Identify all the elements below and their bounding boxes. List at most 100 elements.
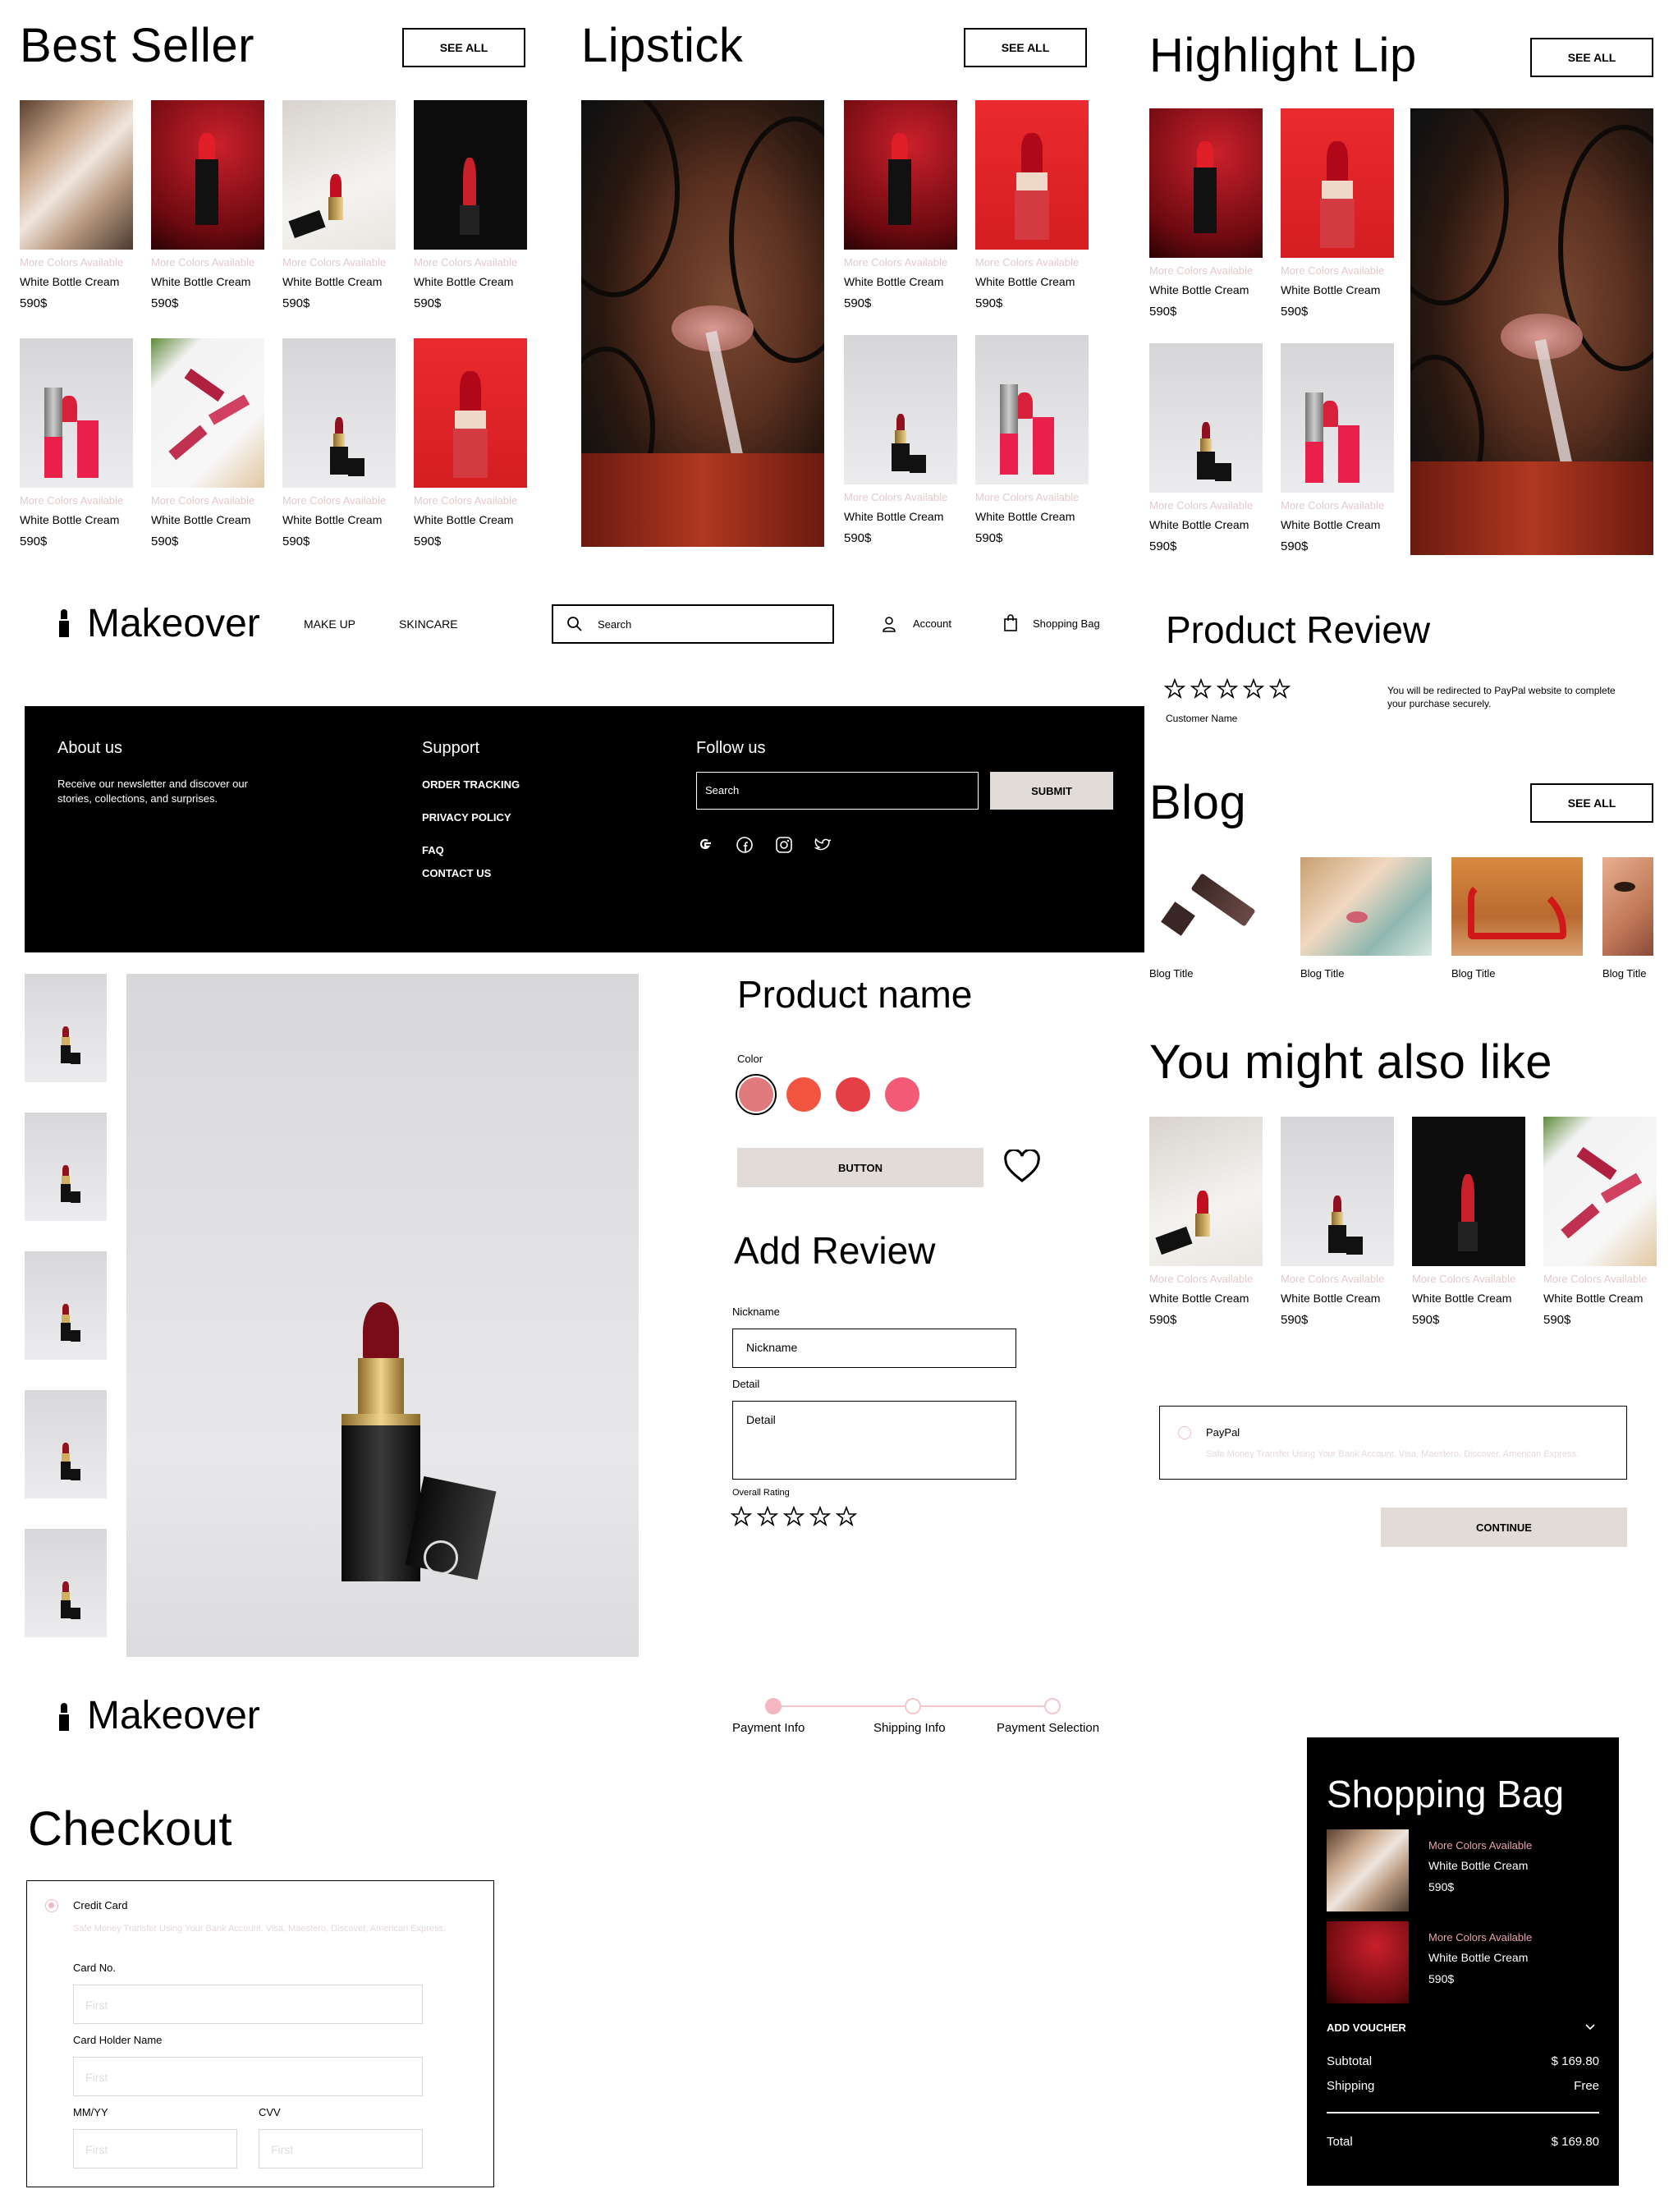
- product-card-name[interactable]: White Bottle Cream: [844, 510, 957, 523]
- product-image[interactable]: [1281, 108, 1394, 258]
- product-image[interactable]: [975, 100, 1089, 250]
- rating-stars[interactable]: [730, 1505, 862, 1531]
- product-card-name[interactable]: White Bottle Cream: [1149, 1292, 1263, 1305]
- product-image[interactable]: [151, 338, 264, 488]
- color-swatch-4[interactable]: [885, 1077, 919, 1112]
- blog-item-title-3[interactable]: Blog Title: [1451, 967, 1495, 980]
- product-card-name[interactable]: White Bottle Cream: [975, 275, 1089, 288]
- card-no-input[interactable]: First: [73, 1985, 423, 2024]
- also-like-card-2[interactable]: More Colors Available White Bottle Cream 5…: [1281, 1117, 1394, 1327]
- product-card-name[interactable]: White Bottle Cream: [151, 513, 264, 526]
- product-card-name[interactable]: White Bottle Cream: [20, 275, 133, 288]
- product-card-name[interactable]: White Bottle Cream: [975, 510, 1089, 523]
- best-seller-card-7[interactable]: More Colors Available White Bottle Cream 5…: [282, 338, 396, 548]
- product-card-name[interactable]: White Bottle Cream: [1149, 518, 1263, 531]
- paypal-option[interactable]: PayPal Safe Money Transfer Using Your Ba…: [1159, 1406, 1627, 1480]
- also-like-card-4[interactable]: More Colors Available White Bottle Cream 5…: [1543, 1117, 1657, 1327]
- lipstick-card-4[interactable]: More Colors Available White Bottle Cream 5…: [975, 335, 1089, 545]
- product-image[interactable]: [282, 338, 396, 488]
- footer-link-contact-us[interactable]: CONTACT US: [422, 867, 491, 879]
- lipstick-see-all-button[interactable]: SEE ALL: [964, 28, 1087, 67]
- google-icon[interactable]: [696, 836, 714, 854]
- best-seller-card-3[interactable]: More Colors Available White Bottle Cream 5…: [282, 100, 396, 310]
- best-seller-card-6[interactable]: More Colors Available White Bottle Cream 5…: [151, 338, 264, 548]
- best-seller-card-2[interactable]: More Colors Available White Bottle Cream 5…: [151, 100, 264, 310]
- highlight-card-4[interactable]: More Colors Available White Bottle Cream 5…: [1281, 343, 1394, 553]
- blog-image-2[interactable]: [1300, 857, 1432, 956]
- product-image[interactable]: [844, 335, 957, 484]
- product-card-name[interactable]: White Bottle Cream: [282, 275, 396, 288]
- best-seller-card-5[interactable]: More Colors Available White Bottle Cream 5…: [20, 338, 133, 548]
- product-image[interactable]: [20, 100, 133, 250]
- facebook-icon[interactable]: [736, 836, 754, 854]
- step-3-label[interactable]: Payment Selection: [997, 1721, 1099, 1735]
- best-seller-card-8[interactable]: More Colors Available White Bottle Cream 5…: [414, 338, 527, 548]
- step-1-label[interactable]: Payment Info: [732, 1721, 805, 1735]
- best-seller-see-all-button[interactable]: SEE ALL: [402, 28, 525, 67]
- nav-skincare[interactable]: SKINCARE: [399, 617, 458, 631]
- product-thumbnail-5[interactable]: [25, 1529, 107, 1637]
- color-swatch-3[interactable]: [836, 1077, 870, 1112]
- product-image[interactable]: [1543, 1117, 1657, 1266]
- highlight-see-all-button[interactable]: SEE ALL: [1530, 38, 1653, 77]
- product-card-name[interactable]: White Bottle Cream: [1412, 1292, 1525, 1305]
- nav-search-box[interactable]: Search: [552, 604, 834, 644]
- product-card-name[interactable]: White Bottle Cream: [1543, 1292, 1657, 1305]
- product-image[interactable]: [414, 338, 527, 488]
- blog-see-all-button[interactable]: SEE ALL: [1530, 783, 1653, 823]
- paypal-radio[interactable]: [1178, 1426, 1191, 1439]
- product-thumbnail-2[interactable]: [25, 1113, 107, 1221]
- heart-icon[interactable]: [1003, 1150, 1041, 1184]
- color-swatch-2[interactable]: [786, 1077, 821, 1112]
- product-image[interactable]: [20, 338, 133, 488]
- product-image[interactable]: [414, 100, 527, 250]
- blog-image-1[interactable]: [1149, 857, 1281, 956]
- blog-item-title-2[interactable]: Blog Title: [1300, 967, 1344, 980]
- step-3-dot[interactable]: [1044, 1698, 1061, 1714]
- footer-link-faq[interactable]: FAQ: [422, 844, 444, 856]
- step-2-label[interactable]: Shipping Info: [873, 1721, 946, 1735]
- add-voucher-label[interactable]: ADD VOUCHER: [1327, 2022, 1406, 2034]
- product-card-name[interactable]: White Bottle Cream: [1281, 518, 1394, 531]
- product-image[interactable]: [1281, 343, 1394, 493]
- footer-search-input[interactable]: Search: [696, 772, 979, 810]
- step-2-dot[interactable]: [905, 1698, 921, 1714]
- highlight-card-3[interactable]: More Colors Available White Bottle Cream 5…: [1149, 343, 1263, 553]
- blog-item-title-4[interactable]: Blog Title: [1602, 967, 1646, 980]
- brand-name[interactable]: Makeover: [87, 601, 260, 646]
- product-image[interactable]: [1149, 343, 1263, 493]
- footer-link-privacy-policy[interactable]: PRIVACY POLICY: [422, 811, 511, 824]
- instagram-icon[interactable]: [775, 836, 793, 854]
- product-card-name[interactable]: White Bottle Cream: [1281, 1292, 1394, 1305]
- brand-name-2[interactable]: Makeover: [87, 1693, 260, 1738]
- best-seller-card-1[interactable]: More Colors Available White Bottle Cream 5…: [20, 100, 133, 310]
- mmyy-input[interactable]: First: [73, 2129, 237, 2168]
- rating-star-icon[interactable]: [782, 1505, 809, 1531]
- product-image[interactable]: [151, 100, 264, 250]
- product-thumbnail-3[interactable]: [25, 1251, 107, 1360]
- best-seller-card-4[interactable]: More Colors Available White Bottle Cream 5…: [414, 100, 527, 310]
- cvv-input[interactable]: First: [259, 2129, 423, 2168]
- nav-makeup[interactable]: MAKE UP: [304, 617, 355, 631]
- product-card-name[interactable]: White Bottle Cream: [414, 513, 527, 526]
- highlight-card-1[interactable]: More Colors Available White Bottle Cream 5…: [1149, 108, 1263, 319]
- footer-submit-button[interactable]: SUBMIT: [990, 772, 1113, 810]
- product-image[interactable]: [975, 335, 1089, 484]
- color-swatch-1[interactable]: [739, 1077, 773, 1112]
- nickname-input[interactable]: Nickname: [732, 1329, 1016, 1368]
- highlight-card-2[interactable]: More Colors Available White Bottle Cream 5…: [1281, 108, 1394, 319]
- step-1-dot[interactable]: [765, 1698, 782, 1714]
- detail-textarea[interactable]: Detail: [732, 1401, 1016, 1480]
- account-icon[interactable]: [882, 616, 896, 632]
- product-card-name[interactable]: White Bottle Cream: [844, 275, 957, 288]
- lipstick-card-1[interactable]: More Colors Available White Bottle Cream 5…: [844, 100, 957, 310]
- blog-image-3[interactable]: [1451, 857, 1583, 956]
- product-card-name[interactable]: White Bottle Cream: [414, 275, 527, 288]
- product-thumbnail-4[interactable]: [25, 1390, 107, 1498]
- blog-image-4[interactable]: [1602, 857, 1653, 956]
- rating-star-icon[interactable]: [835, 1505, 862, 1531]
- also-like-card-1[interactable]: More Colors Available White Bottle Cream 5…: [1149, 1117, 1263, 1327]
- nav-account[interactable]: Account: [913, 617, 951, 630]
- blog-item-title-1[interactable]: Blog Title: [1149, 967, 1193, 980]
- nav-shopping-bag[interactable]: Shopping Bag: [1033, 617, 1100, 630]
